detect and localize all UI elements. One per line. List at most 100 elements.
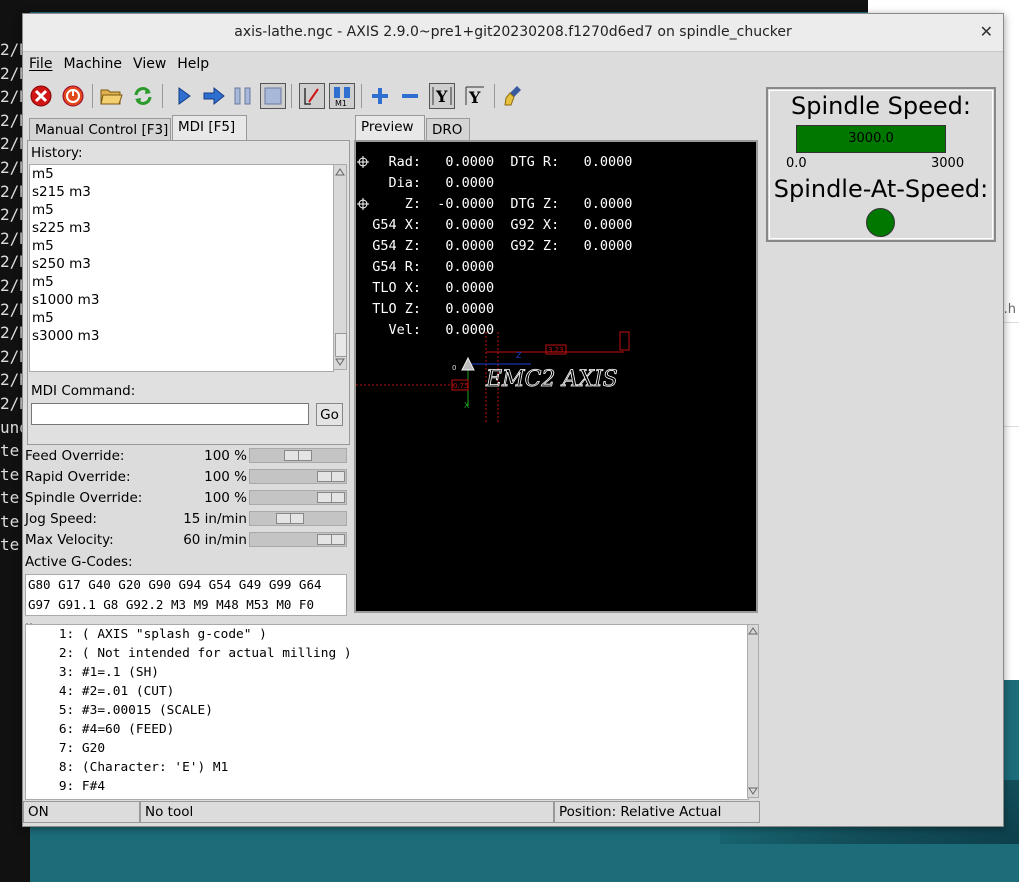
gcode-line[interactable]: 5: #3=.00015 (SCALE) bbox=[26, 701, 748, 720]
background-divider-2 bbox=[1002, 426, 1019, 427]
override-label: Feed Override: bbox=[25, 448, 125, 464]
history-item[interactable]: s250 m3 bbox=[30, 255, 333, 273]
override-value: 15 in/min bbox=[183, 511, 247, 527]
override-slider-knob[interactable] bbox=[284, 450, 312, 461]
axis-window: axis-lathe.ngc - AXIS 2.9.0~pre1+git2023… bbox=[22, 13, 1004, 827]
override-value: 100 % bbox=[204, 448, 247, 464]
tab-mdi[interactable]: MDI [F5] bbox=[172, 115, 247, 141]
gcode-line[interactable]: 2: ( Not intended for actual milling ) bbox=[26, 644, 748, 663]
plot-origin-label: 0 bbox=[452, 364, 456, 372]
spindle-speed-min: 0.0 bbox=[786, 156, 807, 171]
gcode-line[interactable]: 3: #1=.1 (SH) bbox=[26, 663, 748, 682]
gcode-listing-scrollbar[interactable] bbox=[747, 624, 759, 798]
override-slider-knob[interactable] bbox=[317, 471, 345, 482]
override-value: 100 % bbox=[204, 490, 247, 506]
override-row: Spindle Override: 100 % bbox=[25, 488, 349, 509]
go-button[interactable]: Go bbox=[316, 403, 343, 426]
gcode-line[interactable]: 4: #2=.01 (CUT) bbox=[26, 682, 748, 701]
tab-manual-control[interactable]: Manual Control [F3] bbox=[29, 118, 171, 140]
tab-preview[interactable]: Preview bbox=[355, 115, 425, 141]
override-row: Feed Override: 100 % bbox=[25, 446, 349, 467]
history-scrollbar[interactable] bbox=[333, 164, 347, 370]
override-slider-knob[interactable] bbox=[317, 492, 345, 503]
override-row: Rapid Override: 100 % bbox=[25, 467, 349, 488]
pause-icon[interactable] bbox=[230, 83, 256, 109]
override-slider[interactable] bbox=[249, 532, 347, 547]
history-item[interactable]: s225 m3 bbox=[30, 219, 333, 237]
status-tool: No tool bbox=[140, 801, 554, 823]
history-item[interactable]: m5 bbox=[30, 309, 333, 327]
override-slider-knob[interactable] bbox=[317, 534, 345, 545]
crosshair-icon bbox=[357, 156, 369, 210]
spindle-speed-max: 3000 bbox=[931, 156, 965, 171]
step-icon[interactable] bbox=[201, 83, 227, 109]
history-item[interactable]: m5 bbox=[30, 165, 333, 183]
menu-help[interactable]: Help bbox=[171, 52, 214, 72]
gcode-line[interactable]: 6: #4=60 (FEED) bbox=[26, 720, 748, 739]
history-list[interactable]: m5 s215 m3 m5 s225 m3 m5 s250 m3 m5 s1000 m3 m5 s… bbox=[29, 164, 334, 372]
close-icon[interactable]: ✕ bbox=[980, 22, 993, 41]
menu-file[interactable]: File bbox=[23, 52, 57, 72]
history-scroll-thumb[interactable] bbox=[335, 333, 347, 357]
zoom-out-icon[interactable] bbox=[397, 83, 423, 109]
active-gcodes-label: Active G-Codes: bbox=[25, 554, 133, 570]
override-slider[interactable] bbox=[249, 490, 347, 505]
clear-plot-icon[interactable] bbox=[502, 83, 528, 109]
override-label: Spindle Override: bbox=[25, 490, 143, 506]
view-y-rotated-icon[interactable]: Y bbox=[462, 83, 488, 109]
override-slider[interactable] bbox=[249, 511, 347, 526]
background-terminal-top bbox=[30, 0, 870, 12]
run-icon[interactable] bbox=[171, 83, 197, 109]
preview-canvas[interactable]: Rad: 0.0000 DTG R: 0.0000 Dia: 0.0000 Z:… bbox=[354, 140, 758, 613]
mdi-command-input[interactable] bbox=[31, 403, 309, 425]
gcode-line[interactable]: 8: (Character: 'E') M1 bbox=[26, 758, 748, 777]
history-item[interactable]: s1000 m3 bbox=[30, 291, 333, 309]
active-gcodes-line-1: G80 G17 G40 G20 G90 G94 G54 G49 G99 G64 bbox=[28, 577, 322, 592]
overrides-panel: Feed Override: 100 % Rapid Override: 100 % S… bbox=[25, 446, 349, 551]
pane-resize-handle[interactable] bbox=[25, 616, 759, 625]
open-file-icon[interactable] bbox=[98, 83, 124, 109]
history-item[interactable]: m5 bbox=[30, 201, 333, 219]
tab-dro[interactable]: DRO bbox=[426, 118, 470, 140]
history-item[interactable]: m5 bbox=[30, 237, 333, 255]
zoom-in-icon[interactable] bbox=[367, 83, 393, 109]
gcode-line[interactable]: 9: F#4 bbox=[26, 777, 748, 796]
override-slider-knob[interactable] bbox=[276, 513, 305, 524]
status-bar: ON No tool Position: Relative Actual bbox=[23, 801, 761, 823]
optional-stop-icon[interactable]: M1 bbox=[329, 83, 355, 109]
menu-bar: File Machine View Help bbox=[23, 52, 1003, 77]
power-icon[interactable] bbox=[60, 83, 86, 109]
menu-machine[interactable]: Machine bbox=[57, 52, 127, 72]
reload-icon[interactable] bbox=[130, 83, 156, 109]
mdi-panel: History: m5 s215 m3 m5 s225 m3 m5 s250 m3 m5 s1… bbox=[27, 140, 350, 445]
spindle-at-speed-label: Spindle-At-Speed: bbox=[773, 175, 989, 203]
title-bar[interactable]: axis-lathe.ngc - AXIS 2.9.0~pre1+git2023… bbox=[23, 14, 1003, 52]
override-row: Jog Speed: 15 in/min bbox=[25, 509, 349, 530]
svg-text:M1: M1 bbox=[335, 99, 347, 107]
plot-dim-z: 3.23 bbox=[548, 346, 564, 354]
override-row: Max Velocity: 60 in/min bbox=[25, 530, 349, 551]
plot-axis-x-label: X bbox=[464, 401, 470, 410]
override-value: 60 in/min bbox=[183, 532, 247, 548]
history-item[interactable]: s215 m3 bbox=[30, 183, 333, 201]
window-title: axis-lathe.ngc - AXIS 2.9.0~pre1+git2023… bbox=[234, 24, 792, 40]
estop-icon[interactable] bbox=[28, 83, 54, 109]
mdi-command-label: MDI Command: bbox=[31, 383, 136, 399]
toolpath-plot: 3.23 X Z 0 0.75 EMC2 AXIS bbox=[356, 156, 630, 422]
block-delete-icon[interactable] bbox=[299, 83, 325, 109]
stop-icon[interactable] bbox=[260, 83, 286, 109]
view-y-icon[interactable]: Y bbox=[429, 83, 455, 109]
spindle-panel: Spindle Speed: 3000.0 0.0 3000 Spindle-A… bbox=[766, 87, 996, 242]
override-value: 100 % bbox=[204, 469, 247, 485]
menu-view[interactable]: View bbox=[127, 52, 171, 72]
override-label: Max Velocity: bbox=[25, 532, 114, 548]
gcode-line[interactable]: 1: ( AXIS "splash g-code" ) bbox=[26, 625, 748, 644]
gcode-line[interactable]: 7: G20 bbox=[26, 739, 748, 758]
override-slider[interactable] bbox=[249, 469, 347, 484]
history-item[interactable]: m5 bbox=[30, 273, 333, 291]
override-slider[interactable] bbox=[249, 448, 347, 463]
gcode-listing[interactable]: 1: ( AXIS "splash g-code" ) 2: ( Not int… bbox=[25, 624, 749, 800]
history-item[interactable]: s3000 m3 bbox=[30, 327, 333, 345]
history-label: History: bbox=[31, 145, 83, 161]
status-position-mode: Position: Relative Actual bbox=[554, 801, 760, 823]
